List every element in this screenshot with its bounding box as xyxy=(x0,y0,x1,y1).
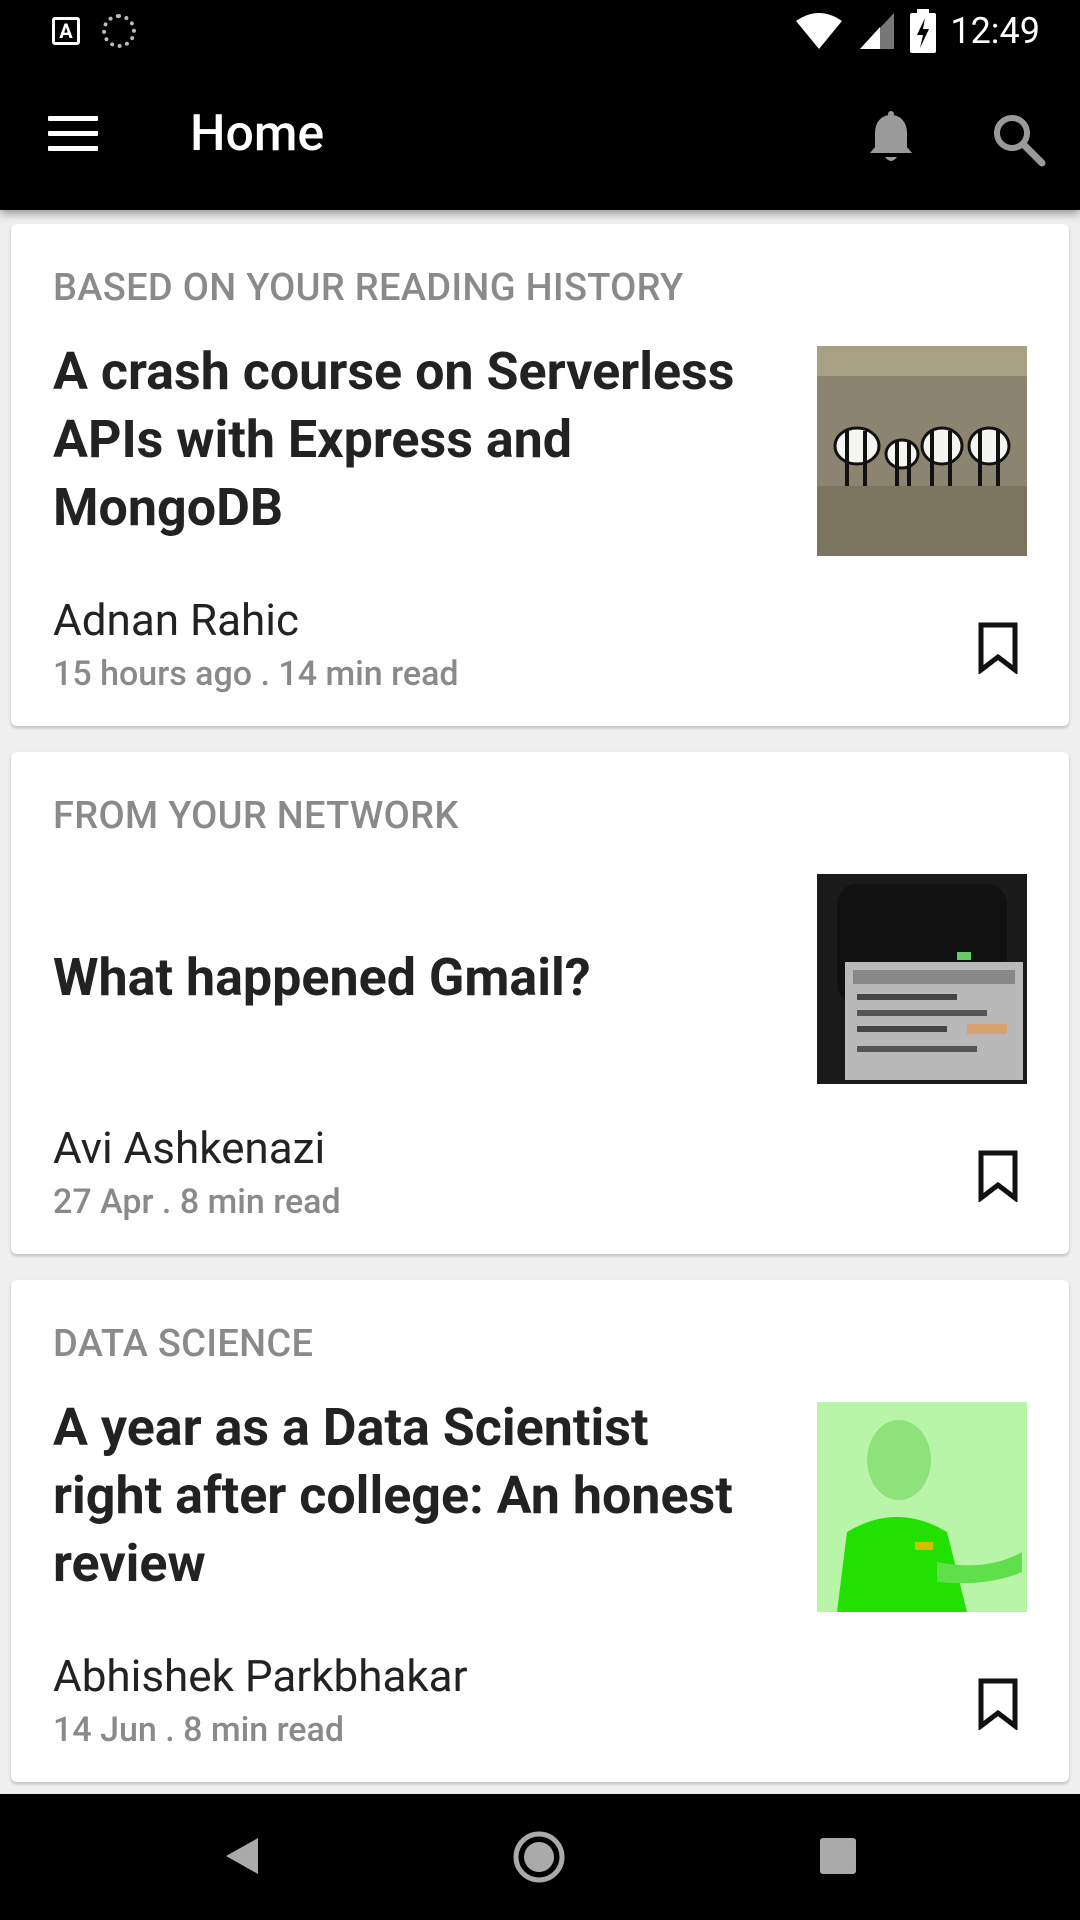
cell-signal-icon xyxy=(860,13,895,49)
phone-screen-photo[interactable] xyxy=(817,874,1027,1084)
card-author[interactable]: Avi Ashkenazi xyxy=(53,1122,325,1174)
page-title: Home xyxy=(190,105,325,163)
status-bar: A 12:49 xyxy=(0,0,1080,63)
home-icon[interactable] xyxy=(512,1830,566,1884)
bookmark-icon[interactable] xyxy=(977,1678,1019,1730)
search-icon[interactable] xyxy=(990,111,1046,167)
app-bar: Home xyxy=(0,63,1080,210)
article-card[interactable]: DATA SCIENCE A year as a Data Scientist … xyxy=(11,1280,1069,1782)
bell-icon[interactable] xyxy=(866,111,916,167)
card-category: FROM YOUR NETWORK xyxy=(53,794,459,838)
card-meta: 15 hours ago . 14 min read xyxy=(53,654,459,694)
card-title[interactable]: A year as a Data Scientist right after c… xyxy=(53,1394,753,1598)
zebras-photo[interactable] xyxy=(817,346,1027,556)
card-category: BASED ON YOUR READING HISTORY xyxy=(53,266,684,310)
wifi-icon xyxy=(796,13,843,49)
system-nav-bar xyxy=(0,1794,1080,1920)
card-author[interactable]: Abhishek Parkbhakar xyxy=(53,1650,468,1702)
back-icon[interactable] xyxy=(222,1834,262,1878)
article-card[interactable]: FROM YOUR NETWORK What happened Gmail? A… xyxy=(11,752,1069,1254)
card-meta: 14 Jun . 8 min read xyxy=(53,1710,345,1750)
card-author[interactable]: Adnan Rahic xyxy=(53,594,299,646)
card-title[interactable]: What happened Gmail? xyxy=(53,944,753,1012)
bookmark-icon[interactable] xyxy=(977,622,1019,674)
card-title[interactable]: A crash course on Serverless APIs with E… xyxy=(53,338,753,542)
status-right-icons: 12:49 xyxy=(794,8,1040,54)
bookmark-icon[interactable] xyxy=(977,1150,1019,1202)
article-card[interactable]: BASED ON YOUR READING HISTORY A crash co… xyxy=(11,224,1069,726)
accessibility-a-icon: A xyxy=(52,17,80,45)
card-category: DATA SCIENCE xyxy=(53,1322,314,1366)
status-time: 12:49 xyxy=(950,10,1040,52)
recents-icon[interactable] xyxy=(820,1838,856,1874)
status-left-icons: A xyxy=(52,14,136,48)
menu-icon[interactable] xyxy=(48,116,98,156)
battery-charging-icon xyxy=(910,9,937,53)
speaker-green-photo[interactable] xyxy=(817,1402,1027,1612)
sync-ring-icon xyxy=(102,14,136,48)
card-meta: 27 Apr . 8 min read xyxy=(53,1182,341,1222)
